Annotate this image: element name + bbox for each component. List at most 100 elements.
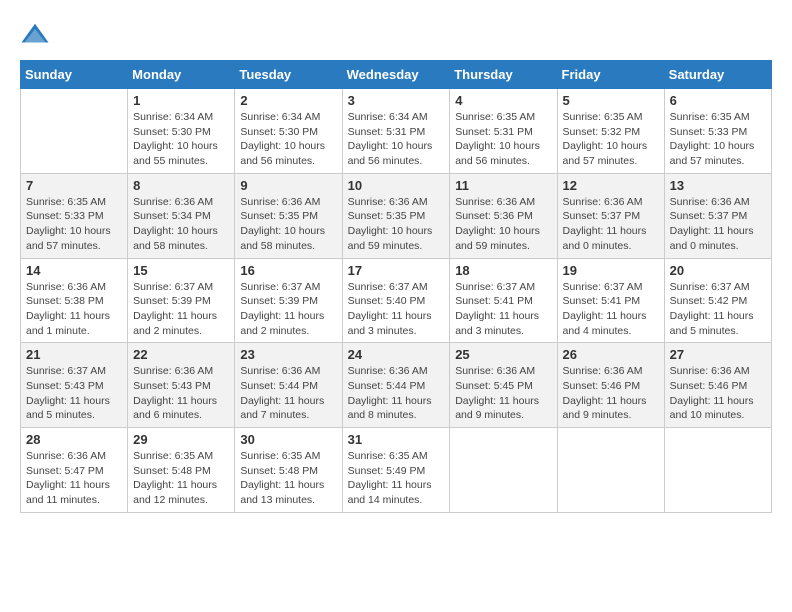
day-cell: 8 Sunrise: 6:36 AM Sunset: 5:34 PM Daylig… <box>128 173 235 258</box>
week-row-1: 7 Sunrise: 6:35 AM Sunset: 5:33 PM Daylig… <box>21 173 772 258</box>
day-cell: 7 Sunrise: 6:35 AM Sunset: 5:33 PM Daylig… <box>21 173 128 258</box>
day-info: Sunrise: 6:36 AM Sunset: 5:47 PM Dayligh… <box>26 449 122 508</box>
day-number: 28 <box>26 432 122 447</box>
day-number: 27 <box>670 347 766 362</box>
day-number: 8 <box>133 178 229 193</box>
day-number: 30 <box>240 432 336 447</box>
day-cell: 22 Sunrise: 6:36 AM Sunset: 5:43 PM Dayli… <box>128 343 235 428</box>
day-number: 9 <box>240 178 336 193</box>
day-info: Sunrise: 6:36 AM Sunset: 5:44 PM Dayligh… <box>240 364 336 423</box>
day-cell: 15 Sunrise: 6:37 AM Sunset: 5:39 PM Dayli… <box>128 258 235 343</box>
week-row-2: 14 Sunrise: 6:36 AM Sunset: 5:38 PM Dayli… <box>21 258 772 343</box>
day-info: Sunrise: 6:36 AM Sunset: 5:46 PM Dayligh… <box>563 364 659 423</box>
day-number: 20 <box>670 263 766 278</box>
day-cell <box>450 428 557 513</box>
day-info: Sunrise: 6:37 AM Sunset: 5:41 PM Dayligh… <box>563 280 659 339</box>
day-cell <box>21 89 128 174</box>
day-info: Sunrise: 6:37 AM Sunset: 5:43 PM Dayligh… <box>26 364 122 423</box>
day-cell <box>557 428 664 513</box>
day-number: 23 <box>240 347 336 362</box>
day-cell: 13 Sunrise: 6:36 AM Sunset: 5:37 PM Dayli… <box>664 173 771 258</box>
header-tuesday: Tuesday <box>235 61 342 89</box>
day-number: 25 <box>455 347 551 362</box>
day-number: 10 <box>348 178 445 193</box>
page-header <box>20 20 772 50</box>
day-number: 3 <box>348 93 445 108</box>
day-number: 16 <box>240 263 336 278</box>
day-info: Sunrise: 6:37 AM Sunset: 5:42 PM Dayligh… <box>670 280 766 339</box>
day-info: Sunrise: 6:37 AM Sunset: 5:41 PM Dayligh… <box>455 280 551 339</box>
day-cell: 30 Sunrise: 6:35 AM Sunset: 5:48 PM Dayli… <box>235 428 342 513</box>
header-monday: Monday <box>128 61 235 89</box>
day-cell: 9Sunrise: 6:36 AM Sunset: 5:35 PM Daylig… <box>235 173 342 258</box>
day-number: 22 <box>133 347 229 362</box>
day-cell: 5Sunrise: 6:35 AM Sunset: 5:32 PM Daylig… <box>557 89 664 174</box>
header-saturday: Saturday <box>664 61 771 89</box>
day-number: 1 <box>133 93 229 108</box>
day-number: 24 <box>348 347 445 362</box>
week-row-3: 21 Sunrise: 6:37 AM Sunset: 5:43 PM Dayli… <box>21 343 772 428</box>
header-friday: Friday <box>557 61 664 89</box>
day-info: Sunrise: 6:35 AM Sunset: 5:33 PM Dayligh… <box>670 110 766 169</box>
day-number: 29 <box>133 432 229 447</box>
day-info: Sunrise: 6:37 AM Sunset: 5:39 PM Dayligh… <box>133 280 229 339</box>
day-info: Sunrise: 6:35 AM Sunset: 5:31 PM Dayligh… <box>455 110 551 169</box>
day-cell: 2 Sunrise: 6:34 AM Sunset: 5:30 PM Daylig… <box>235 89 342 174</box>
header-wednesday: Wednesday <box>342 61 450 89</box>
day-number: 15 <box>133 263 229 278</box>
day-number: 12 <box>563 178 659 193</box>
day-cell: 3 Sunrise: 6:34 AM Sunset: 5:31 PM Daylig… <box>342 89 450 174</box>
day-info: Sunrise: 6:36 AM Sunset: 5:38 PM Dayligh… <box>26 280 122 339</box>
day-info: Sunrise: 6:34 AM Sunset: 5:31 PM Dayligh… <box>348 110 445 169</box>
day-info: Sunrise: 6:35 AM Sunset: 5:48 PM Dayligh… <box>133 449 229 508</box>
day-cell: 6 Sunrise: 6:35 AM Sunset: 5:33 PM Daylig… <box>664 89 771 174</box>
day-cell: 14 Sunrise: 6:36 AM Sunset: 5:38 PM Dayli… <box>21 258 128 343</box>
day-cell: 25Sunrise: 6:36 AM Sunset: 5:45 PM Dayli… <box>450 343 557 428</box>
day-number: 11 <box>455 178 551 193</box>
day-info: Sunrise: 6:36 AM Sunset: 5:44 PM Dayligh… <box>348 364 445 423</box>
day-cell: 12 Sunrise: 6:36 AM Sunset: 5:37 PM Dayli… <box>557 173 664 258</box>
header-sunday: Sunday <box>21 61 128 89</box>
day-info: Sunrise: 6:37 AM Sunset: 5:40 PM Dayligh… <box>348 280 445 339</box>
logo-icon <box>20 20 50 50</box>
day-info: Sunrise: 6:36 AM Sunset: 5:37 PM Dayligh… <box>670 195 766 254</box>
day-info: Sunrise: 6:35 AM Sunset: 5:32 PM Dayligh… <box>563 110 659 169</box>
day-info: Sunrise: 6:35 AM Sunset: 5:33 PM Dayligh… <box>26 195 122 254</box>
day-info: Sunrise: 6:35 AM Sunset: 5:49 PM Dayligh… <box>348 449 445 508</box>
day-info: Sunrise: 6:34 AM Sunset: 5:30 PM Dayligh… <box>133 110 229 169</box>
day-info: Sunrise: 6:34 AM Sunset: 5:30 PM Dayligh… <box>240 110 336 169</box>
day-cell <box>664 428 771 513</box>
logo <box>20 20 54 50</box>
day-info: Sunrise: 6:36 AM Sunset: 5:37 PM Dayligh… <box>563 195 659 254</box>
day-info: Sunrise: 6:37 AM Sunset: 5:39 PM Dayligh… <box>240 280 336 339</box>
header-thursday: Thursday <box>450 61 557 89</box>
day-cell: 31Sunrise: 6:35 AM Sunset: 5:49 PM Dayli… <box>342 428 450 513</box>
day-cell: 20 Sunrise: 6:37 AM Sunset: 5:42 PM Dayli… <box>664 258 771 343</box>
day-cell: 27Sunrise: 6:36 AM Sunset: 5:46 PM Dayli… <box>664 343 771 428</box>
header-row: SundayMondayTuesdayWednesdayThursdayFrid… <box>21 61 772 89</box>
day-info: Sunrise: 6:36 AM Sunset: 5:34 PM Dayligh… <box>133 195 229 254</box>
day-info: Sunrise: 6:36 AM Sunset: 5:43 PM Dayligh… <box>133 364 229 423</box>
day-cell: 24 Sunrise: 6:36 AM Sunset: 5:44 PM Dayli… <box>342 343 450 428</box>
day-cell: 1 Sunrise: 6:34 AM Sunset: 5:30 PM Daylig… <box>128 89 235 174</box>
day-number: 14 <box>26 263 122 278</box>
day-number: 19 <box>563 263 659 278</box>
day-number: 21 <box>26 347 122 362</box>
day-cell: 28 Sunrise: 6:36 AM Sunset: 5:47 PM Dayli… <box>21 428 128 513</box>
day-cell: 23 Sunrise: 6:36 AM Sunset: 5:44 PM Dayli… <box>235 343 342 428</box>
day-number: 18 <box>455 263 551 278</box>
day-number: 17 <box>348 263 445 278</box>
day-number: 2 <box>240 93 336 108</box>
day-number: 6 <box>670 93 766 108</box>
day-info: Sunrise: 6:36 AM Sunset: 5:35 PM Dayligh… <box>348 195 445 254</box>
day-number: 7 <box>26 178 122 193</box>
day-info: Sunrise: 6:35 AM Sunset: 5:48 PM Dayligh… <box>240 449 336 508</box>
calendar-table: SundayMondayTuesdayWednesdayThursdayFrid… <box>20 60 772 513</box>
day-cell: 11Sunrise: 6:36 AM Sunset: 5:36 PM Dayli… <box>450 173 557 258</box>
day-cell: 4 Sunrise: 6:35 AM Sunset: 5:31 PM Daylig… <box>450 89 557 174</box>
day-cell: 16 Sunrise: 6:37 AM Sunset: 5:39 PM Dayli… <box>235 258 342 343</box>
day-cell: 21 Sunrise: 6:37 AM Sunset: 5:43 PM Dayli… <box>21 343 128 428</box>
day-number: 13 <box>670 178 766 193</box>
day-number: 26 <box>563 347 659 362</box>
day-number: 4 <box>455 93 551 108</box>
